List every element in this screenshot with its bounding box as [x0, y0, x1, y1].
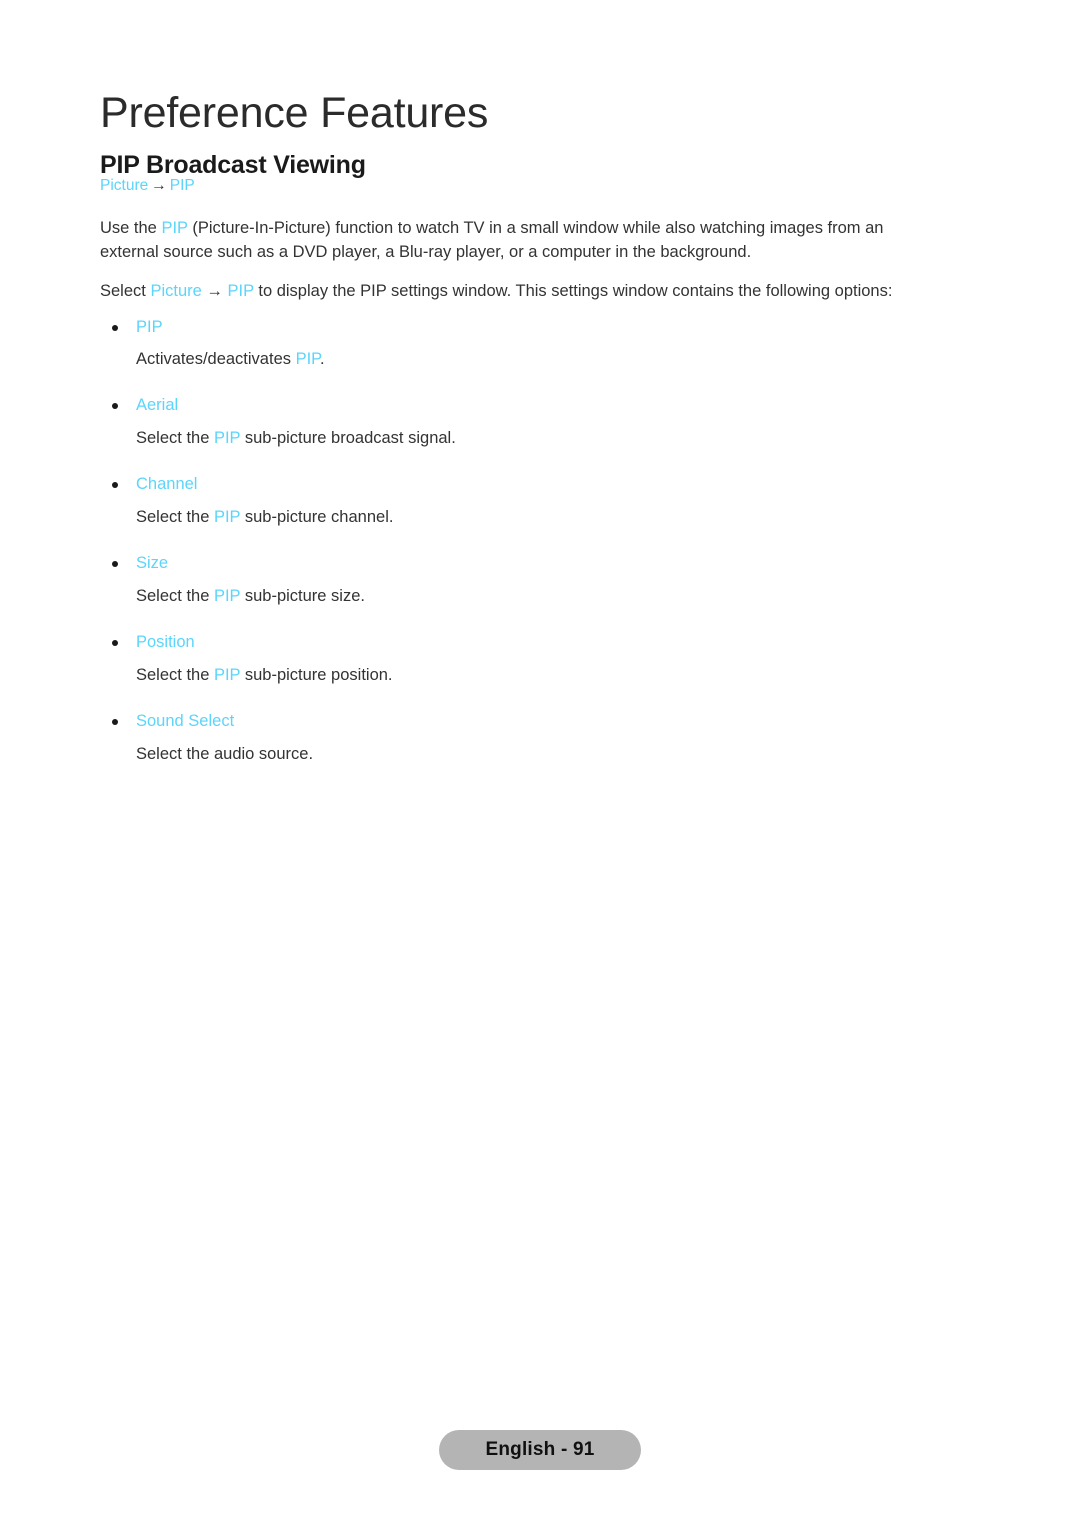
- option-desc-highlight: PIP: [213, 665, 241, 684]
- option-desc-after: sub-picture channel.: [240, 508, 394, 527]
- page-footer: English - 91: [0, 1430, 1080, 1470]
- list-item: Aerial Select the PIP sub-picture broadc…: [100, 394, 945, 451]
- intro-p1-highlight-pip: PIP: [161, 219, 188, 238]
- breadcrumb: Picture → PIP: [100, 174, 945, 197]
- breadcrumb-item-picture: Picture: [100, 177, 149, 194]
- option-desc-before: Select the audio source.: [136, 744, 314, 763]
- option-desc-before: Select the: [136, 429, 214, 448]
- option-description: Select the PIP sub-picture broadcast sig…: [100, 427, 945, 451]
- option-desc-after: .: [320, 350, 325, 369]
- option-label: PIP: [136, 317, 163, 336]
- option-label: Position: [136, 632, 195, 651]
- bullet-dot-icon: [112, 403, 118, 410]
- intro-paragraph-1: Use the PIP (Picture-In-Picture) functio…: [100, 217, 945, 264]
- bullet-dot-icon: [112, 561, 118, 568]
- intro-p2-highlight-picture: Picture: [150, 282, 202, 301]
- intro-paragraph-2: Select Picture → PIP to display the PIP …: [100, 280, 945, 303]
- option-label-row: Channel: [100, 473, 945, 497]
- option-label-row: Aerial: [100, 394, 945, 418]
- option-label-row: Size: [100, 552, 945, 576]
- bullet-dot-icon: [112, 718, 118, 725]
- option-desc-before: Select the: [136, 586, 214, 605]
- intro-p2-text-1: Select: [100, 282, 151, 301]
- option-desc-before: Select the: [136, 665, 214, 684]
- arrow-right-icon: →: [151, 177, 167, 194]
- option-description: Select the PIP sub-picture position.: [100, 664, 945, 688]
- list-item: Size Select the PIP sub-picture size.: [100, 552, 945, 609]
- option-desc-before: Activates/deactivates: [136, 350, 296, 369]
- option-desc-highlight: PIP: [213, 586, 241, 605]
- intro-p2-text-2: to display the PIP settings window. This…: [253, 282, 893, 301]
- content-column: Picture → PIP Use the PIP (Picture-In-Pict…: [100, 174, 945, 767]
- document-page: Preference Features PIP Broadcast Viewin…: [0, 0, 1080, 1519]
- page-title: Preference Features: [100, 88, 489, 137]
- list-item: Position Select the PIP sub-picture posi…: [100, 631, 945, 688]
- option-description: Activates/deactivates PIP.: [100, 348, 945, 372]
- option-desc-after: sub-picture broadcast signal.: [240, 429, 456, 448]
- option-label-row: Position: [100, 631, 945, 655]
- option-label: Size: [136, 554, 169, 573]
- option-desc-after: sub-picture size.: [240, 586, 365, 605]
- option-description: Select the PIP sub-picture channel.: [100, 506, 945, 530]
- page-number-badge: English - 91: [439, 1430, 641, 1470]
- intro-p1-text-2: (Picture-In-Picture) function to watch T…: [100, 219, 884, 261]
- option-label-row: Sound Select: [100, 710, 945, 734]
- breadcrumb-item-pip: PIP: [169, 177, 195, 194]
- option-label: Channel: [136, 475, 198, 494]
- option-label-row: PIP: [100, 316, 945, 340]
- intro-p2-arrow-icon: →: [201, 282, 228, 301]
- option-desc-highlight: PIP: [213, 508, 241, 527]
- list-item: Channel Select the PIP sub-picture chann…: [100, 473, 945, 530]
- bullet-dot-icon: [112, 639, 118, 646]
- option-label: Sound Select: [136, 711, 235, 730]
- list-item: PIP Activates/deactivates PIP.: [100, 316, 945, 373]
- option-desc-after: sub-picture position.: [240, 665, 393, 684]
- list-item: Sound Select Select the audio source.: [100, 710, 945, 767]
- option-desc-highlight: PIP: [213, 429, 241, 448]
- bullet-dot-icon: [112, 482, 118, 489]
- option-desc-highlight: PIP: [295, 350, 321, 369]
- pip-options-list: PIP Activates/deactivates PIP. Aerial Se…: [100, 316, 945, 767]
- bullet-dot-icon: [112, 324, 118, 331]
- intro-p1-text-1: Use the: [100, 219, 162, 238]
- option-description: Select the audio source.: [100, 743, 945, 767]
- option-description: Select the PIP sub-picture size.: [100, 585, 945, 609]
- option-desc-before: Select the: [136, 508, 214, 527]
- intro-p2-highlight-pip: PIP: [227, 282, 254, 301]
- option-label: Aerial: [136, 396, 179, 415]
